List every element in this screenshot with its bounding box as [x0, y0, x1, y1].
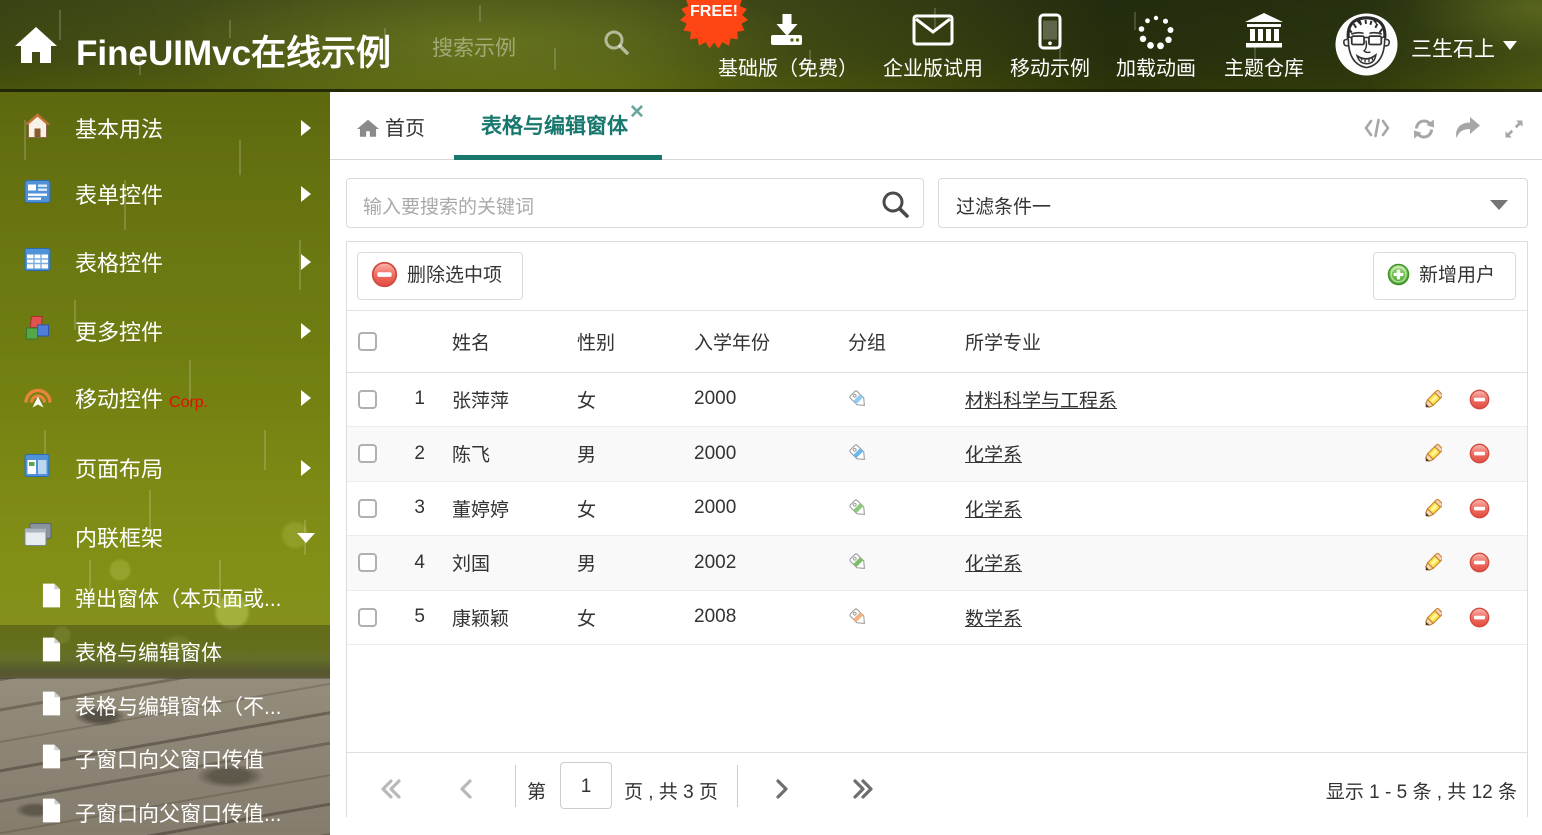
svg-text:FREE!: FREE!	[690, 3, 738, 20]
